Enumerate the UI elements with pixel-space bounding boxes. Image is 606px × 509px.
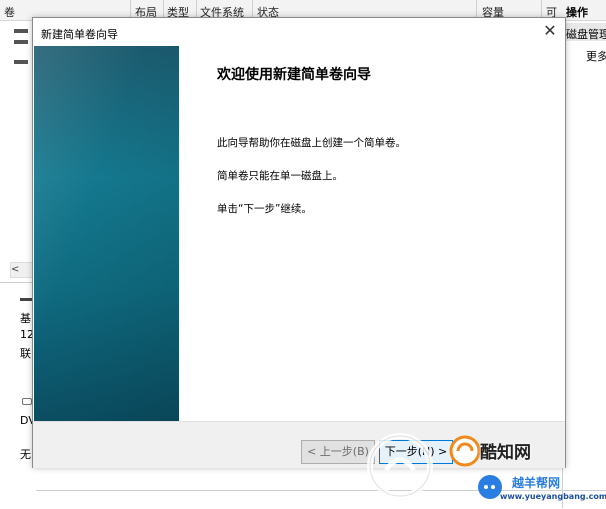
watermark-brand: 酷知网 (480, 443, 531, 463)
close-icon[interactable]: ✕ (541, 22, 559, 40)
volume-icon[interactable] (14, 60, 28, 64)
watermark-site: www.yueyangbang.com (500, 492, 606, 501)
column-volume[interactable]: 卷 (4, 4, 15, 20)
wizard-side-banner-shine (34, 46, 179, 421)
wizard-paragraph: 单击“下一步”继续。 (217, 203, 312, 215)
watermark-brand-2: 越羊帮网 (512, 476, 561, 490)
disk-type-label: 基 (20, 312, 31, 325)
wizard-title: 新建简单卷向导 (41, 28, 118, 41)
volume-icon[interactable] (14, 40, 28, 44)
action-disk-management[interactable]: 磁盘管理 (566, 26, 606, 42)
new-simple-volume-wizard: 新建简单卷向导 ✕ 欢迎使用新建简单卷向导 此向导帮助你在磁盘上创建一个简单卷。… (32, 17, 566, 468)
dvd-icon (22, 398, 32, 405)
action-more[interactable]: 更多 (586, 48, 606, 64)
actions-header: 操作 (566, 6, 588, 19)
dvd-status: 无 (20, 448, 31, 461)
wizard-paragraph: 简单卷只能在单一磁盘上。 (217, 170, 343, 182)
disk-icon (20, 298, 32, 301)
wizard-paragraph: 此向导帮助你在磁盘上创建一个简单卷。 (217, 137, 406, 149)
disk-status-label: 联 (20, 347, 31, 360)
wizard-heading: 欢迎使用新建简单卷向导 (217, 67, 371, 83)
scroll-left-icon[interactable]: < (10, 262, 34, 278)
volume-icon[interactable] (14, 29, 28, 33)
